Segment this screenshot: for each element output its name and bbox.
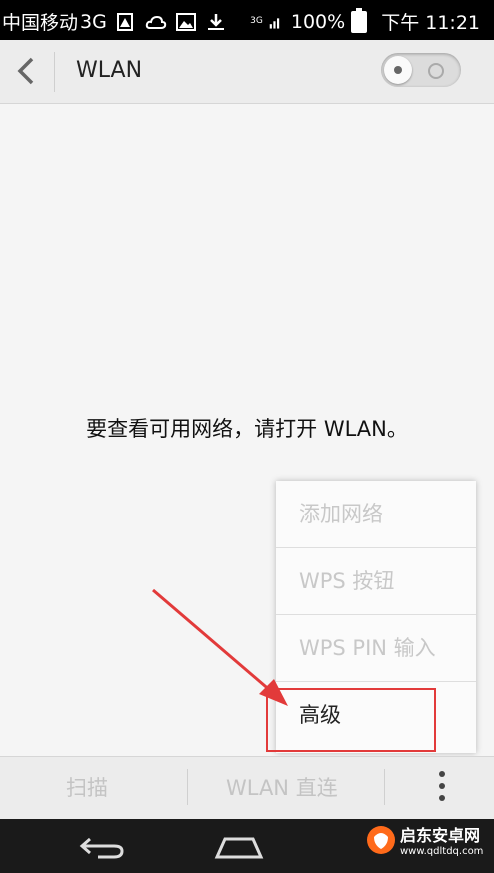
- carrier-label: 中国移动: [2, 12, 79, 34]
- menu-item-add-network[interactable]: 添加网络: [276, 481, 476, 548]
- network-type: 3G: [80, 10, 107, 33]
- menu-item-wps-button[interactable]: WPS 按钮: [276, 548, 476, 615]
- signal-label: 3G: [250, 16, 263, 26]
- app-bar: WLAN: [0, 40, 494, 104]
- nav-home-icon[interactable]: [213, 833, 265, 861]
- scan-button[interactable]: 扫描: [66, 772, 108, 802]
- cloud-icon: [145, 15, 167, 29]
- wlan-toggle[interactable]: [381, 53, 461, 87]
- wlan-direct-button[interactable]: WLAN 直连: [226, 772, 338, 802]
- bottom-divider: [384, 769, 385, 805]
- status-bar: 中国移动 3G 3G 100% 下午 11:21: [0, 0, 494, 40]
- more-options-icon[interactable]: [438, 771, 446, 807]
- clock: 下午 11:21: [381, 12, 480, 34]
- signal-icon: [269, 17, 280, 29]
- toggle-off-indicator: [428, 63, 444, 79]
- nav-back-icon[interactable]: [76, 831, 126, 861]
- app-bar-divider: [54, 52, 55, 92]
- image-icon: [175, 12, 196, 31]
- battery-percent: 100%: [290, 10, 346, 33]
- annotation-highlight-box: [266, 688, 436, 752]
- wlan-off-message: 要查看可用网络，请打开 WLAN。: [86, 417, 408, 441]
- page-title: WLAN: [76, 58, 143, 83]
- watermark-url: www.qdltdq.com: [400, 846, 484, 857]
- bottom-divider: [187, 769, 188, 805]
- back-arrow-icon[interactable]: [12, 55, 42, 87]
- menu-item-wps-pin[interactable]: WPS PIN 输入: [276, 615, 476, 682]
- toggle-knob: [384, 56, 412, 84]
- watermark-logo-icon: [367, 825, 395, 854]
- battery-icon: [351, 7, 368, 33]
- watermark: 启东安卓网 www.qdltdq.com: [366, 822, 483, 857]
- bottom-action-bar: 扫描 WLAN 直连: [0, 756, 494, 820]
- warning-icon: [116, 12, 133, 31]
- watermark-name: 启东安卓网: [400, 826, 481, 845]
- download-icon: [207, 13, 224, 30]
